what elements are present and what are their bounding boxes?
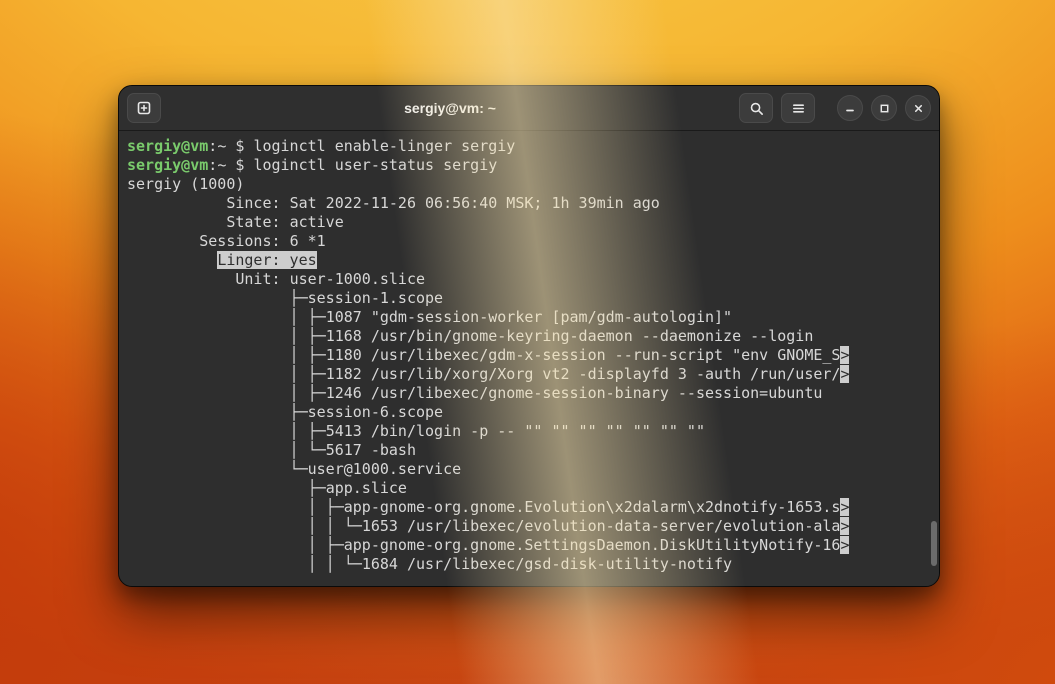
highlight-linger: Linger: yes	[217, 251, 316, 269]
window-title: sergiy@vm: ~	[314, 100, 587, 116]
search-button[interactable]	[739, 93, 773, 123]
close-button[interactable]	[905, 95, 931, 121]
search-icon	[749, 101, 764, 116]
minimize-button[interactable]	[837, 95, 863, 121]
new-tab-button[interactable]	[127, 93, 161, 123]
close-icon	[913, 103, 924, 114]
terminal-window: sergiy@vm: ~	[118, 85, 940, 587]
desktop-wallpaper: sergiy@vm: ~	[0, 0, 1055, 684]
maximize-icon	[879, 103, 890, 114]
maximize-button[interactable]	[871, 95, 897, 121]
terminal-viewport[interactable]: sergiy@vm:~ $ loginctl enable-linger ser…	[119, 131, 939, 586]
hamburger-icon	[791, 101, 806, 116]
new-tab-icon	[136, 100, 152, 116]
terminal-output: sergiy@vm:~ $ loginctl enable-linger ser…	[127, 137, 931, 574]
titlebar: sergiy@vm: ~	[119, 86, 939, 131]
menu-button[interactable]	[781, 93, 815, 123]
minimize-icon	[844, 102, 856, 114]
scrollbar-thumb[interactable]	[931, 521, 937, 566]
